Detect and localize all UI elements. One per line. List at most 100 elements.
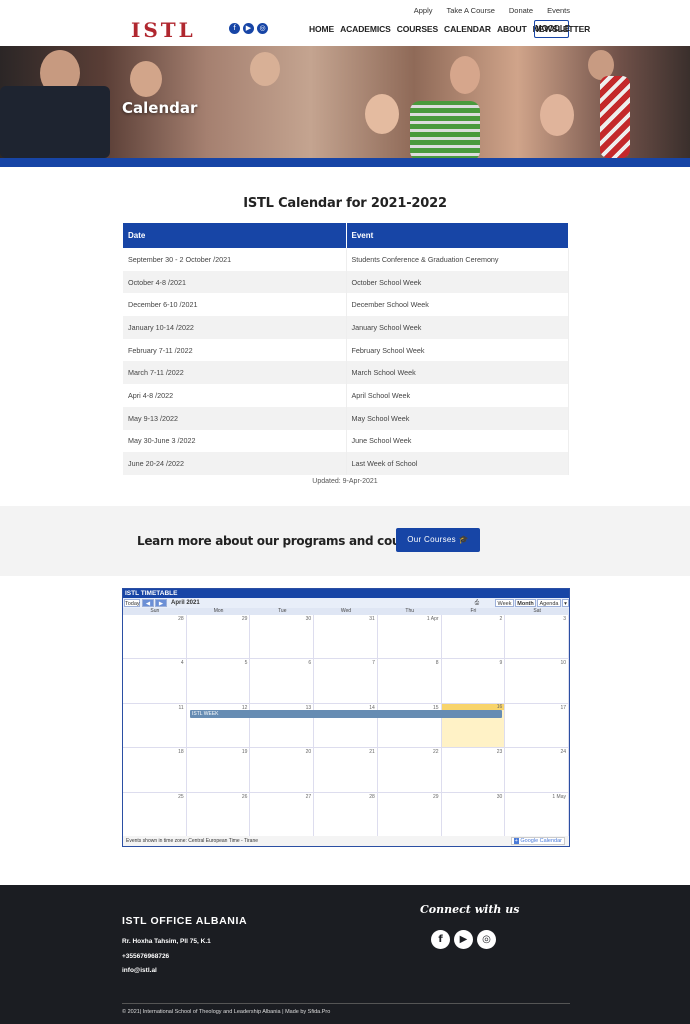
calendar-day-cell[interactable]: 27 [250, 792, 315, 837]
calendar-day-cell[interactable]: 24 [505, 748, 569, 793]
apply-link[interactable]: Apply [414, 6, 433, 15]
current-month: April 2021 [171, 600, 200, 606]
table-row: September 30 - 2 October /2021 Students C… [123, 248, 569, 271]
page-title: Calendar [122, 99, 198, 117]
nav-courses[interactable]: COURSES [397, 24, 438, 34]
calendar-day-cell[interactable]: 11 [123, 703, 187, 749]
day-number: 3 [563, 616, 566, 622]
nav-home[interactable]: HOME [309, 24, 334, 34]
calendar-day-cell[interactable]: 31 [314, 615, 378, 660]
weekday-label: Wed [340, 608, 352, 614]
site-header: ISTL f ▶ ◎ Apply Take A Course Donate Ev… [0, 0, 690, 46]
calendar-day-cell[interactable]: 3 [505, 615, 569, 660]
date-cell: March 7-11 /2022 [123, 361, 347, 385]
footer-social: f ▶ ◎ [431, 930, 496, 949]
donate-link[interactable]: Donate [509, 6, 533, 15]
date-cell: December 6-10 /2021 [123, 293, 347, 317]
calendar-day-cell[interactable]: 8 [377, 659, 442, 704]
take-course-link[interactable]: Take A Course [447, 6, 495, 15]
google-calendar-badge[interactable]: + Google Calendar [510, 837, 565, 845]
column-header-event: Event [346, 223, 569, 248]
site-logo[interactable]: ISTL [131, 18, 196, 42]
day-number: 4 [180, 660, 184, 667]
instagram-icon[interactable]: ◎ [257, 23, 268, 34]
event-cell: Last Week of School [346, 452, 569, 475]
weekday-label: Mon [213, 608, 224, 614]
nav-calendar[interactable]: CALENDAR [444, 24, 491, 34]
calendar-day-cell[interactable]: 18 [123, 748, 187, 793]
calendar-day-cell[interactable]: 28 [123, 615, 187, 660]
youtube-icon[interactable]: ▶ [454, 930, 473, 949]
calendar-day-cell[interactable]: 1 May [505, 792, 569, 837]
our-courses-button[interactable]: Our Courses 🎓 [396, 528, 480, 552]
facebook-icon[interactable]: f [431, 930, 450, 949]
facebook-icon[interactable]: f [229, 23, 240, 34]
updated-note: Updated: 9-Apr-2021 [312, 478, 378, 485]
agenda-view-tab[interactable]: Agenda [537, 599, 561, 607]
week-view-tab[interactable]: Week [495, 599, 514, 607]
header-social: f ▶ ◎ [229, 23, 268, 34]
day-number: 28 [369, 793, 375, 800]
day-number: 23 [496, 749, 503, 756]
calendar-day-cell[interactable]: 7 [314, 659, 378, 704]
calendar-day-cell[interactable]: 21 [314, 748, 378, 793]
calendar-day-cell[interactable]: 17 [505, 703, 569, 749]
day-number: 1 Apr [426, 616, 439, 622]
calendar-day-cell[interactable]: 23 [441, 748, 506, 793]
office-address: Rr. Hoxha Tahsim, Pll 75, K.1 [122, 938, 211, 945]
table-row: Apri 4-8 /2022 April School Week [123, 384, 569, 407]
office-phone[interactable]: +355676968726 [122, 953, 169, 960]
table-row: March 7-11 /2022 March School Week [123, 361, 569, 385]
calendar-day-cell[interactable]: 26 [186, 792, 251, 837]
calendar-day-cell[interactable]: 28 [314, 792, 378, 837]
calendar-day-cell[interactable]: 22 [377, 748, 442, 793]
moodle-button[interactable]: MOODLE [534, 20, 570, 38]
day-number: 10 [560, 660, 566, 667]
calendar-day-cell[interactable]: 29 [377, 792, 442, 837]
calendar-day-cell[interactable]: 30 [250, 615, 315, 660]
today-button[interactable]: Today [124, 599, 140, 607]
day-number: 30 [496, 793, 503, 800]
events-link[interactable]: Events [547, 6, 570, 15]
nav-about[interactable]: ABOUT [497, 24, 527, 34]
table-row: June 20-24 /2022 Last Week of School [123, 452, 569, 475]
day-number: 21 [369, 749, 375, 756]
prev-month-button[interactable]: ◀ [142, 599, 154, 607]
calendar-day-cell[interactable]: 10 [505, 659, 569, 704]
table-row: May 30-June 3 /2022 June School Week [123, 429, 569, 453]
calendar-day-cell[interactable]: 30 [441, 792, 506, 837]
calendar-day-cell[interactable]: 4 [123, 659, 187, 704]
next-month-button[interactable]: ▶ [155, 599, 167, 607]
calendar-day-cell[interactable]: 29 [186, 615, 251, 660]
month-view-tab[interactable]: Month [515, 599, 536, 607]
weekday-label: Thu [405, 608, 415, 614]
day-number: 28 [178, 616, 184, 622]
calendar-day-cell[interactable]: 19 [186, 748, 251, 793]
day-number: 20 [305, 749, 312, 756]
date-cell: September 30 - 2 October /2021 [123, 248, 347, 271]
youtube-icon[interactable]: ▶ [243, 23, 254, 34]
calendar-day-cell[interactable]: 20 [250, 748, 315, 793]
nav-academics[interactable]: ACADEMICS [340, 24, 391, 34]
calendar-event[interactable]: ISTL WEEK [190, 710, 502, 718]
print-icon[interactable]: ⎙ [474, 599, 480, 607]
calendar-day-cell[interactable]: 6 [250, 659, 315, 704]
calendar-day-cell[interactable]: 1 Apr [377, 615, 442, 660]
our-courses-label: Our Courses [407, 535, 456, 544]
date-cell: February 7-11 /2022 [123, 338, 347, 362]
calendar-day-cell[interactable]: 5 [186, 659, 251, 704]
embed-title: ISTL TIMETABLE [123, 589, 569, 598]
instagram-icon[interactable]: ◎ [477, 930, 496, 949]
day-number: 25 [178, 793, 184, 800]
calendar-day-cell[interactable]: 2 [441, 615, 506, 660]
calendar-day-cell[interactable]: 9 [441, 659, 506, 704]
footer-divider [122, 1003, 570, 1004]
cta-text: Learn more about our programs and course… [137, 534, 428, 548]
day-number: 2 [499, 616, 503, 622]
dropdown-icon[interactable]: ▾ [562, 599, 569, 607]
calendar-day-cell[interactable]: 25 [123, 792, 187, 837]
table-row: December 6-10 /2021 December School Week [123, 293, 569, 317]
office-email[interactable]: info@istl.al [122, 967, 157, 974]
site-footer: ISTL OFFICE ALBANIA Rr. Hoxha Tahsim, Pl… [0, 885, 690, 1024]
date-cell: Apri 4-8 /2022 [123, 384, 347, 407]
